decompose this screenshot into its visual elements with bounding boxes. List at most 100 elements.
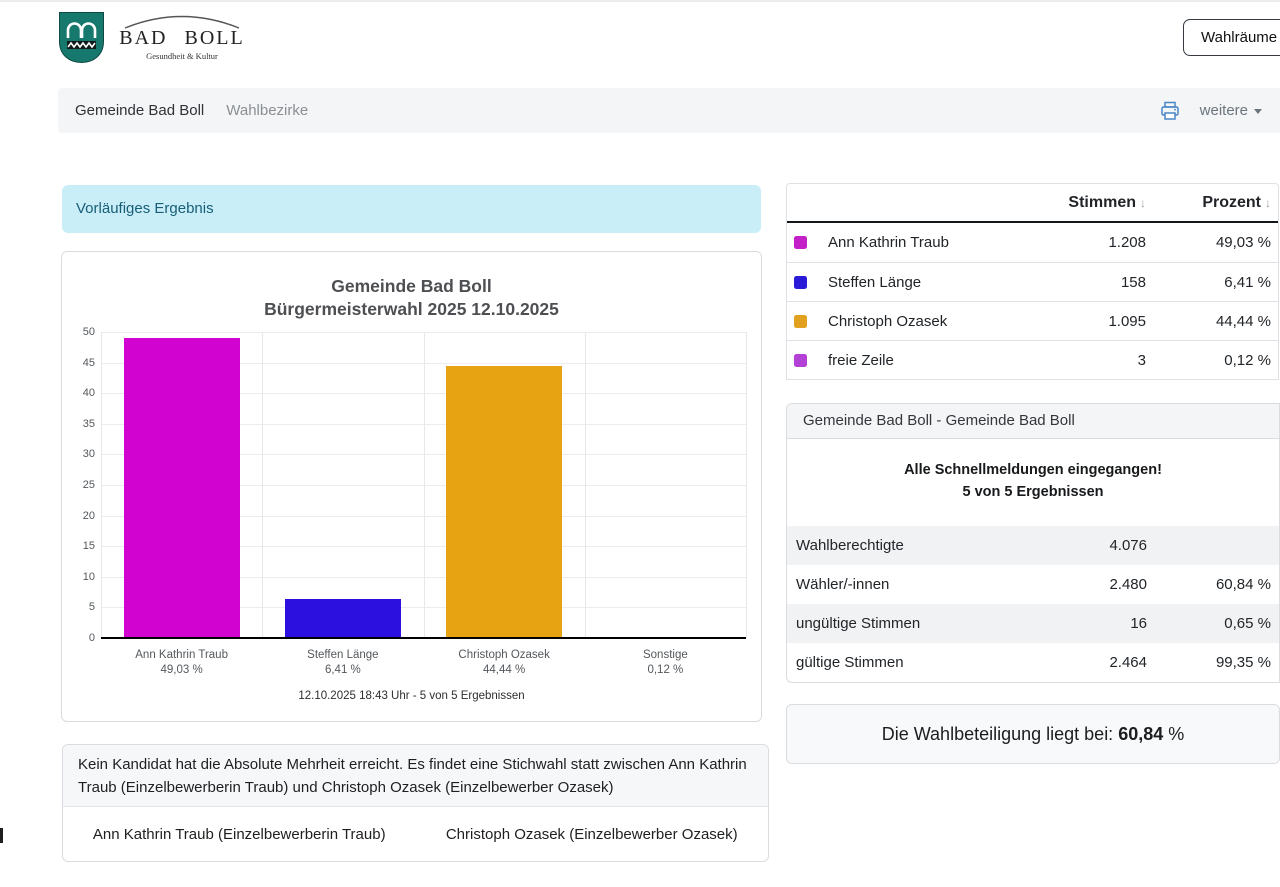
weitere-label: weitere (1200, 102, 1248, 119)
chart-footer-timestamp: 12.10.2025 18:43 Uhr - 5 von 5 Ergebniss… (62, 690, 761, 702)
stimmen-value: 3 (1036, 352, 1146, 369)
logo-arc-icon (121, 13, 243, 29)
district-row: Wahlberechtigte4.076 (787, 526, 1279, 565)
district-row-label: Wähler/-innen (787, 576, 1027, 593)
category-name: Sonstige (585, 648, 746, 663)
y-tick-label: 0 (62, 632, 95, 644)
preliminary-result-banner: Vorläufiges Ergebnis (62, 185, 761, 233)
chart-title-line1: Gemeinde Bad Boll (62, 275, 761, 298)
district-row-value: 2.464 (1027, 654, 1147, 671)
stimmen-value: 1.095 (1036, 313, 1146, 330)
color-swatch (794, 276, 807, 289)
prozent-value: 49,03 % (1146, 234, 1278, 251)
chart-y-axis: 05101520253035404550 (62, 332, 95, 638)
district-row-value: 4.076 (1027, 537, 1147, 554)
status-line1: Alle Schnellmeldungen eingegangen! (787, 459, 1279, 481)
runoff-candidate: Christoph Ozasek (Einzelbewerber Ozasek) (416, 826, 769, 843)
chart-x-axis-line (101, 637, 746, 639)
bad-boll-crest-icon (58, 11, 105, 64)
logo-subtitle: Gesundheit & Kultur (117, 51, 247, 61)
wahlraeume-button[interactable]: Wahlräume (1183, 19, 1280, 56)
category-name: Steffen Länge (262, 648, 423, 663)
x-axis-label: Christoph Ozasek44,44 % (424, 648, 585, 678)
turnout-box: Die Wahlbeteiligung liegt bei: 60,84 % (786, 704, 1280, 764)
table-row: Ann Kathrin Traub1.20849,03 % (787, 223, 1278, 262)
category-percent: 6,41 % (262, 663, 423, 678)
turnout-value: 60,84 (1118, 724, 1163, 744)
results-table-header: Stimmen↓ Prozent↓ (787, 184, 1278, 223)
runoff-candidate: Ann Kathrin Traub (Einzelbewerberin Trau… (63, 826, 416, 843)
district-row: gültige Stimmen2.46499,35 % (787, 643, 1279, 682)
category-percent: 49,03 % (101, 663, 262, 678)
print-icon[interactable] (1160, 101, 1180, 121)
chart-title-line2: Bürgermeisterwahl 2025 12.10.2025 (62, 298, 761, 321)
color-swatch (794, 236, 807, 249)
candidate-name: Ann Kathrin Traub (828, 234, 1036, 251)
chart-bar (446, 366, 562, 638)
navbar: Gemeinde Bad Boll Wahlbezirke weitere (58, 88, 1280, 133)
district-row-label: ungültige Stimmen (787, 615, 1027, 632)
logo-text: BAD BOLL Gesundheit & Kultur (117, 11, 247, 61)
bad-boll-logo: BAD BOLL Gesundheit & Kultur (58, 11, 247, 64)
sort-down-icon: ↓ (1265, 196, 1271, 210)
gridline (585, 332, 586, 638)
table-row: Christoph Ozasek1.09544,44 % (787, 301, 1278, 340)
banner-label: Vorläufiges Ergebnis (76, 200, 214, 217)
district-row-percent: 99,35 % (1147, 654, 1279, 671)
district-row-percent: 60,84 % (1147, 576, 1279, 593)
y-tick-label: 5 (62, 601, 95, 613)
district-row-percent: 0,65 % (1147, 615, 1279, 632)
chart-x-axis-labels: Ann Kathrin Traub49,03 %Steffen Länge6,4… (101, 648, 746, 678)
district-row-value: 16 (1027, 615, 1147, 632)
header-prozent[interactable]: Prozent↓ (1146, 194, 1278, 212)
x-axis-label: Sonstige0,12 % (585, 648, 746, 678)
stimmen-value: 1.208 (1036, 234, 1146, 251)
table-row: freie Zeile30,12 % (787, 340, 1278, 379)
runoff-candidates: Ann Kathrin Traub (Einzelbewerberin Trau… (63, 807, 768, 862)
weitere-dropdown[interactable]: weitere (1200, 102, 1262, 119)
y-tick-label: 45 (62, 357, 95, 369)
results-table: Stimmen↓ Prozent↓ Ann Kathrin Traub1.208… (786, 183, 1279, 380)
runoff-notice: Kein Kandidat hat die Absolute Mehrheit … (63, 745, 768, 807)
y-tick-label: 40 (62, 387, 95, 399)
candidate-name: Steffen Länge (828, 274, 1036, 291)
nav-item-wahlbezirke[interactable]: Wahlbezirke (226, 102, 308, 119)
status-line2: 5 von 5 Ergebnissen (787, 481, 1279, 503)
district-status: Alle Schnellmeldungen eingegangen! 5 von… (787, 439, 1279, 526)
district-panel-title: Gemeinde Bad Boll - Gemeinde Bad Boll (787, 404, 1279, 439)
gridline (101, 332, 102, 638)
gridline (746, 332, 747, 638)
nav-item-gemeinde-bad-boll[interactable]: Gemeinde Bad Boll (75, 102, 204, 119)
chart-bar (124, 338, 240, 638)
x-axis-label: Ann Kathrin Traub49,03 % (101, 648, 262, 678)
logo-title: BAD BOLL (117, 27, 247, 50)
district-row-label: Wahlberechtigte (787, 537, 1027, 554)
table-row: Steffen Länge1586,41 % (787, 262, 1278, 301)
y-tick-label: 10 (62, 571, 95, 583)
color-swatch (794, 315, 807, 328)
page: BAD BOLL Gesundheit & Kultur Wahlräume G… (0, 0, 1280, 887)
prozent-value: 0,12 % (1146, 352, 1278, 369)
candidate-name: freie Zeile (828, 352, 1036, 369)
color-swatch (794, 354, 807, 367)
district-panel: Gemeinde Bad Boll - Gemeinde Bad Boll Al… (786, 403, 1280, 683)
prozent-value: 6,41 % (1146, 274, 1278, 291)
district-row-value: 2.480 (1027, 576, 1147, 593)
y-tick-label: 50 (62, 326, 95, 338)
y-tick-label: 15 (62, 540, 95, 552)
y-tick-label: 35 (62, 418, 95, 430)
district-row: Wähler/-innen2.48060,84 % (787, 565, 1279, 604)
chart-plot-area (101, 332, 746, 638)
x-axis-label: Steffen Länge6,41 % (262, 648, 423, 678)
district-row: ungültige Stimmen160,65 % (787, 604, 1279, 643)
y-tick-label: 30 (62, 448, 95, 460)
runoff-card: Kein Kandidat hat die Absolute Mehrheit … (62, 744, 769, 862)
header-stimmen[interactable]: Stimmen↓ (1036, 194, 1146, 212)
gridline (424, 332, 425, 638)
category-percent: 0,12 % (585, 663, 746, 678)
category-percent: 44,44 % (424, 663, 585, 678)
turnout-prefix: Die Wahlbeteiligung liegt bei: (882, 724, 1118, 744)
category-name: Christoph Ozasek (424, 648, 585, 663)
edge-artifact (0, 828, 3, 843)
category-name: Ann Kathrin Traub (101, 648, 262, 663)
